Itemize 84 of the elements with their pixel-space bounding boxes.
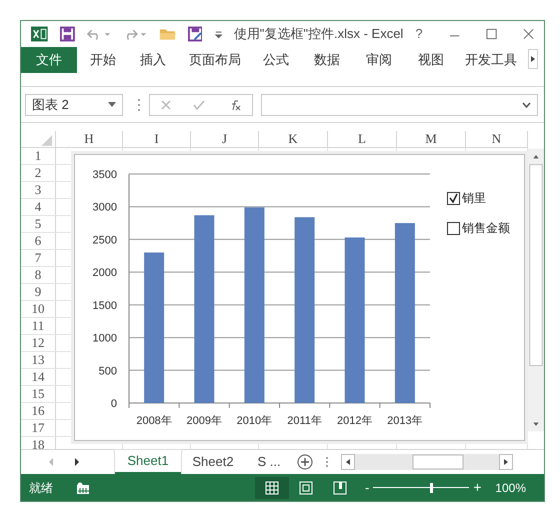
grid-view-icon: [265, 480, 279, 494]
column-header[interactable]: J: [191, 131, 259, 147]
column-header[interactable]: M: [397, 131, 466, 147]
status-text: 就绪: [29, 480, 53, 496]
x-tick-label: 2012年: [337, 415, 372, 427]
zoom-slider-thumb[interactable]: [430, 482, 433, 492]
excel-logo-icon: [31, 26, 48, 42]
x-tick-label: 2008年: [136, 415, 172, 427]
ribbon-tab[interactable]: 开发工具: [459, 47, 523, 73]
scroll-right-icon[interactable]: [528, 47, 538, 71]
ribbon-tab[interactable]: 页面布局: [181, 47, 249, 73]
row-header[interactable]: 17: [21, 420, 56, 436]
x-tick-label: 2009年: [186, 415, 222, 427]
column-header[interactable]: K: [259, 131, 328, 147]
save-icon[interactable]: [60, 26, 75, 42]
ribbon-tab[interactable]: 插入: [129, 47, 177, 73]
row-header[interactable]: 8: [21, 267, 56, 283]
sheet-tab[interactable]: S ...: [245, 450, 293, 474]
ribbon-tab[interactable]: 视图: [407, 47, 455, 73]
row-header[interactable]: 3: [21, 182, 56, 198]
column-header[interactable]: H: [56, 131, 123, 147]
restore-icon[interactable]: [486, 28, 497, 40]
column-header[interactable]: N: [466, 131, 528, 147]
customize-icon[interactable]: [214, 29, 224, 39]
dropdown-icon: [108, 102, 116, 108]
row-header[interactable]: 5: [21, 216, 56, 232]
y-tick-label: 1500: [92, 300, 117, 312]
help-button[interactable]: ?: [415, 24, 423, 44]
y-tick-label: 1000: [92, 332, 117, 345]
page-layout-icon: [299, 480, 313, 494]
checkbox[interactable]: [447, 222, 460, 234]
page-break-icon: [333, 480, 347, 494]
add-sheet-icon[interactable]: [297, 454, 313, 470]
ribbon-tab[interactable]: 文件: [21, 47, 77, 73]
row-header[interactable]: 11: [21, 318, 56, 334]
name-box-value: 图表 2: [32, 96, 69, 114]
row-header[interactable]: 1: [21, 148, 56, 164]
sheet-tab[interactable]: Sheet1: [115, 450, 181, 474]
sheet-tab[interactable]: Sheet2: [181, 450, 245, 474]
ribbon-tab[interactable]: 数据: [303, 47, 351, 73]
next-sheet-icon[interactable]: [73, 457, 81, 467]
row-header[interactable]: 14: [21, 369, 56, 385]
y-tick-label: 2000: [92, 267, 117, 280]
row-header[interactable]: 6: [21, 233, 56, 249]
checkbox-label: 销里: [462, 190, 486, 207]
x-tick-label: 2010年: [236, 415, 272, 427]
ribbon-tab[interactable]: 开始: [81, 47, 125, 73]
horizontal-scrollbar[interactable]: [341, 454, 513, 470]
row-header[interactable]: 2: [21, 165, 56, 181]
grid-view-button[interactable]: [255, 476, 289, 498]
grip-icon: [137, 98, 141, 112]
y-tick-label: 0: [110, 398, 117, 410]
ribbon-tab[interactable]: 审阅: [355, 47, 403, 73]
checkbox-label: 销售金额: [462, 220, 510, 237]
zoom-in-button[interactable]: +: [473, 477, 482, 498]
chart-area[interactable]: 0 500 1000 1500 2000 2500 3000 3500 2008年 2009年 2010年 2011年 2012年 2013年 销里 销售金额: [74, 154, 525, 441]
expand-icon[interactable]: [522, 102, 531, 108]
row-header[interactable]: 12: [21, 335, 56, 351]
zoom-out-button[interactable]: -: [365, 478, 370, 498]
row-header[interactable]: 13: [21, 352, 56, 368]
column-header[interactable]: L: [328, 131, 397, 147]
row-header[interactable]: 10: [21, 301, 56, 317]
zoom-level: 100%: [495, 480, 526, 496]
row-header[interactable]: 7: [21, 250, 56, 266]
row-header[interactable]: 9: [21, 284, 56, 300]
column-header[interactable]: I: [123, 131, 191, 147]
checkbox[interactable]: [447, 192, 460, 204]
grip-icon[interactable]: [325, 456, 329, 468]
close-icon[interactable]: [522, 28, 534, 40]
y-tick-label: 3000: [92, 202, 117, 214]
formula-input[interactable]: [261, 94, 538, 116]
row-header[interactable]: 15: [21, 386, 56, 402]
window-title: 使用"复选框"控件.xlsx - Excel: [234, 25, 404, 44]
x-tick-label: 2011年: [287, 415, 322, 427]
y-tick-label: 2500: [92, 234, 117, 246]
ribbon-tab[interactable]: 公式: [253, 47, 299, 73]
macro-record-icon[interactable]: [77, 482, 89, 494]
y-tick-label: 500: [98, 365, 117, 378]
x-tick-label: 2013年: [387, 415, 423, 427]
y-tick-label: 3500: [92, 169, 117, 181]
row-header[interactable]: 16: [21, 403, 56, 419]
name-box[interactable]: 图表 2: [25, 94, 123, 116]
row-header[interactable]: 4: [21, 199, 56, 215]
save-edit-icon[interactable]: [188, 26, 202, 42]
